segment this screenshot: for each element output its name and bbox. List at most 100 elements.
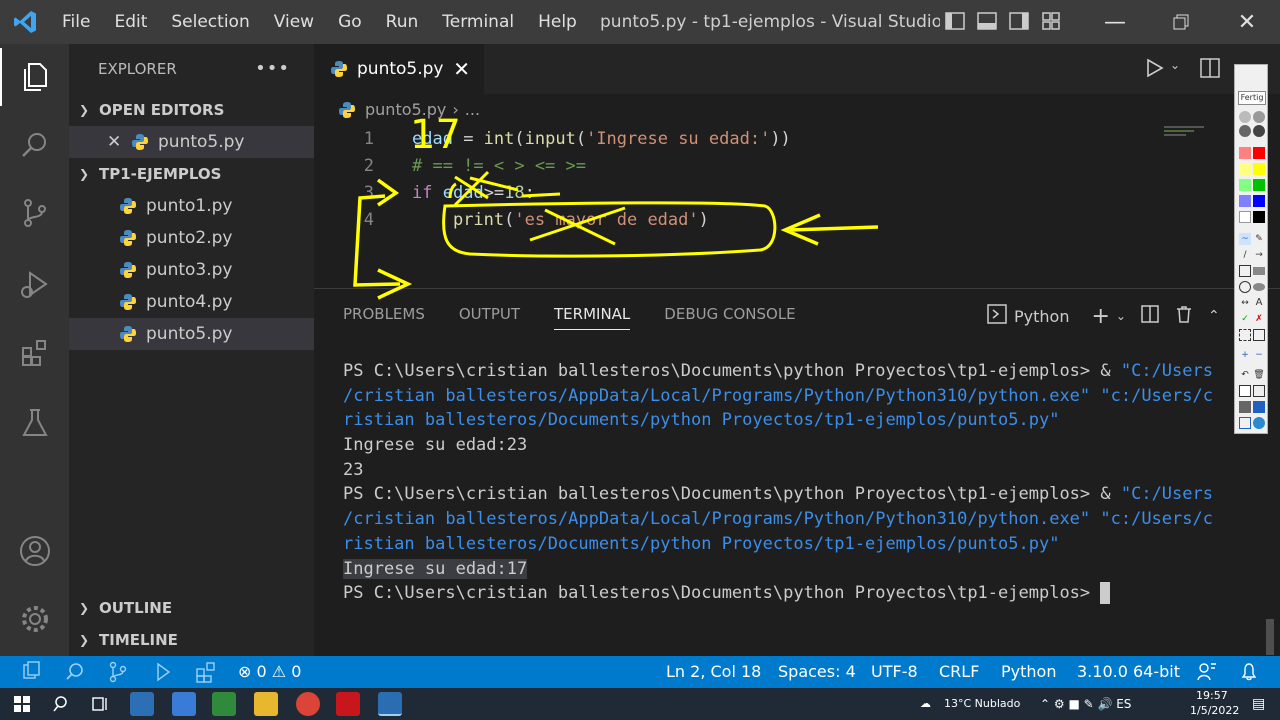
maximize-panel-chevron-up-icon[interactable]: ⌃ [1208, 308, 1220, 324]
drawing-app-icon[interactable] [212, 692, 236, 716]
help-icon[interactable] [1253, 417, 1265, 429]
cross-tool-icon[interactable]: ✗ [1253, 313, 1265, 325]
file-item[interactable]: punto1.py [69, 190, 314, 222]
delete-icon[interactable]: 🗑 [1253, 369, 1265, 381]
open-editors-section[interactable]: ❯ OPEN EDITORS [69, 94, 314, 126]
windows-start-icon[interactable] [10, 692, 34, 716]
filled-ellipse-tool-icon[interactable] [1253, 283, 1265, 291]
extensions-icon[interactable] [0, 324, 69, 382]
copy-page-icon[interactable] [1253, 385, 1265, 397]
pencil-tool-icon[interactable]: ✎ [1253, 233, 1265, 245]
source-control-icon[interactable] [0, 184, 69, 242]
pen-size-small-icon[interactable] [1239, 111, 1251, 123]
code-editor[interactable]: punto5.py › ... 1 edad = int(input('Ingre… [314, 94, 1234, 288]
pen-size-xlarge-icon[interactable] [1253, 125, 1265, 137]
toggle-secondary-sidebar-icon[interactable] [1008, 10, 1030, 32]
testing-icon[interactable] [0, 394, 69, 452]
pen-size-medium-icon[interactable] [1253, 111, 1265, 123]
freehand-tool-icon[interactable]: ~ [1239, 233, 1251, 245]
double-arrow-tool-icon[interactable]: ↔ [1239, 297, 1251, 309]
file-explorer-icon[interactable] [254, 692, 278, 716]
split-editor-icon[interactable] [1198, 56, 1222, 84]
pen-size-large-icon[interactable] [1239, 125, 1251, 137]
menu-view[interactable]: View [262, 0, 326, 44]
tab-debug-console[interactable]: DEBUG CONSOLE [664, 305, 795, 330]
task-view-icon[interactable] [88, 692, 112, 716]
line-ending[interactable]: CRLF [939, 656, 979, 688]
settings-icon[interactable] [1239, 417, 1251, 429]
notification-center-icon[interactable]: ▤ [1252, 688, 1265, 720]
weather-text[interactable]: 13°C Nublado [944, 688, 1020, 720]
customize-layout-icon[interactable] [1040, 10, 1062, 32]
terminal-dropdown-chevron-icon[interactable]: ⌄ [1116, 309, 1126, 323]
breadcrumb-file[interactable]: punto5.py [365, 100, 446, 119]
menu-run[interactable]: Run [374, 0, 431, 44]
color-green-icon[interactable] [1253, 179, 1265, 191]
close-icon[interactable]: ✕ [107, 126, 131, 158]
new-page-icon[interactable] [1239, 385, 1251, 397]
ellipse-tool-icon[interactable] [1239, 281, 1251, 293]
toggle-panel-icon[interactable] [976, 10, 998, 32]
breadcrumb-more[interactable]: ... [465, 100, 480, 119]
tab-output[interactable]: OUTPUT [459, 305, 520, 330]
acrobat-icon[interactable] [336, 692, 360, 716]
fertig-button[interactable]: Fertig [1238, 91, 1266, 105]
editor-tab[interactable]: punto5.py ✕ [314, 44, 484, 94]
undo-icon[interactable]: ↶ [1239, 369, 1251, 381]
color-black-icon[interactable] [1253, 211, 1265, 223]
language-mode[interactable]: Python [1001, 656, 1056, 688]
select-tool-icon[interactable] [1239, 329, 1251, 341]
tab-terminal[interactable]: TERMINAL [554, 305, 631, 330]
checkmark-tool-icon[interactable]: ✓ [1239, 313, 1251, 325]
explorer-icon[interactable] [0, 48, 69, 106]
run-options-chevron-icon[interactable]: ⌄ [1170, 58, 1180, 72]
color-red-icon[interactable] [1253, 147, 1265, 159]
text-tool-icon[interactable]: A [1253, 297, 1265, 309]
menu-help[interactable]: Help [526, 0, 589, 44]
line-tool-icon[interactable]: / [1239, 249, 1251, 261]
close-window-icon[interactable]: ✕ [1214, 0, 1280, 44]
file-item[interactable]: punto3.py [69, 254, 314, 286]
print-icon[interactable] [1239, 401, 1251, 413]
new-terminal-plus-icon[interactable]: + [1091, 304, 1109, 329]
save-icon[interactable] [1253, 401, 1265, 413]
menu-go[interactable]: Go [326, 0, 374, 44]
search-icon[interactable] [0, 116, 69, 174]
minimize-icon[interactable]: — [1082, 0, 1148, 44]
zoom-in-icon[interactable]: + [1239, 349, 1251, 361]
weather-icon[interactable]: ☁ [920, 688, 931, 720]
filled-rectangle-tool-icon[interactable] [1253, 267, 1265, 275]
problems-status[interactable]: ⊗ 0 ⚠ 0 [238, 656, 301, 688]
color-light-blue-icon[interactable] [1239, 195, 1251, 207]
file-item[interactable]: punto4.py [69, 286, 314, 318]
rectangle-tool-icon[interactable] [1239, 265, 1251, 277]
settings-gear-icon[interactable] [0, 590, 69, 648]
menu-terminal[interactable]: Terminal [430, 0, 526, 44]
menu-edit[interactable]: Edit [102, 0, 159, 44]
toggle-sidebar-icon[interactable] [944, 10, 966, 32]
menu-file[interactable]: File [50, 0, 102, 44]
color-yellow-icon[interactable] [1253, 163, 1265, 175]
run-file-icon[interactable] [1142, 56, 1166, 84]
tray-icons[interactable]: ⌃ ⚙ ■ ✎ 🔊 ES [1040, 688, 1131, 720]
vscode-taskbar-icon[interactable] [378, 692, 402, 716]
color-light-red-icon[interactable] [1239, 147, 1251, 159]
indentation[interactable]: Spaces: 4 [778, 656, 856, 688]
encoding[interactable]: UTF-8 [871, 656, 918, 688]
menu-selection[interactable]: Selection [159, 0, 261, 44]
file-item-selected[interactable]: punto5.py [69, 318, 314, 350]
cursor-position[interactable]: Ln 2, Col 18 [666, 656, 761, 688]
chrome-icon[interactable] [296, 692, 320, 716]
file-item[interactable]: punto2.py [69, 222, 314, 254]
terminal-scrollbar[interactable] [1266, 619, 1274, 655]
color-white-icon[interactable] [1239, 211, 1251, 223]
timeline-section[interactable]: ❯ TIMELINE [69, 624, 314, 656]
split-terminal-icon[interactable] [1140, 304, 1160, 328]
frame-tool-icon[interactable] [1253, 329, 1265, 341]
arrow-tool-icon[interactable]: → [1253, 249, 1265, 261]
color-light-green-icon[interactable] [1239, 179, 1251, 191]
python-interpreter[interactable]: 3.10.0 64-bit [1077, 656, 1180, 688]
terminal-profile-label[interactable]: Python [1014, 307, 1069, 326]
taskbar-search-icon[interactable] [50, 692, 74, 716]
color-light-yellow-icon[interactable] [1239, 163, 1251, 175]
